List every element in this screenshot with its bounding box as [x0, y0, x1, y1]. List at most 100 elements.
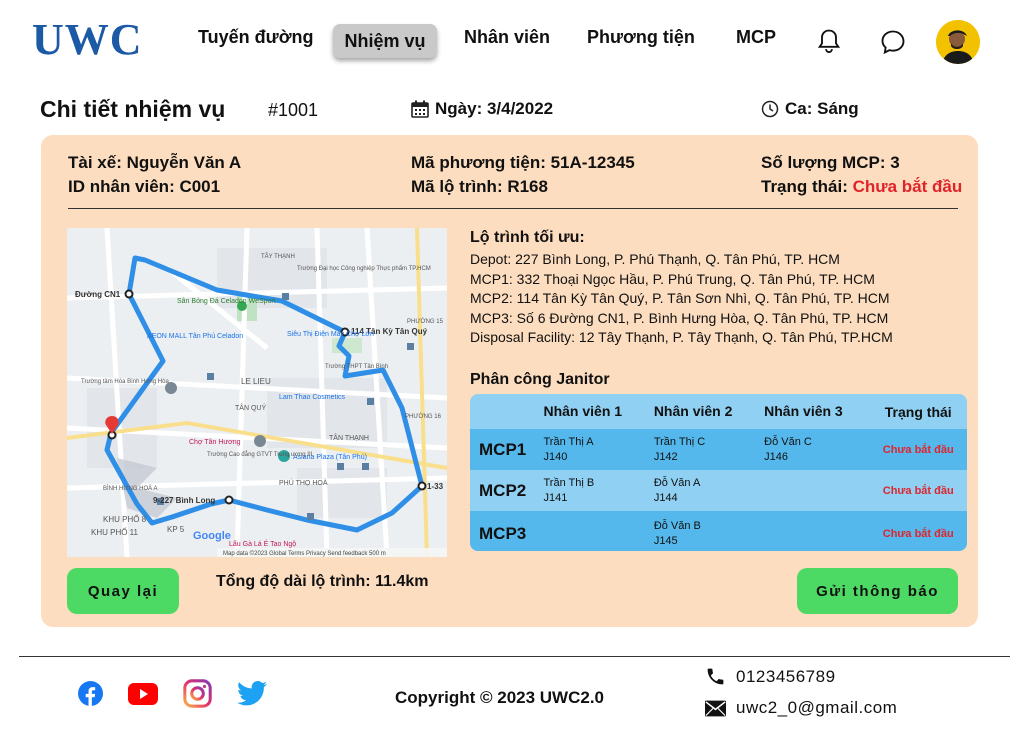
- map-label: Lẩu Gà Lá É Tao Ngộ: [229, 539, 296, 548]
- map-label: Trường tâm Hóa Bình Hưng Hòa: [81, 379, 169, 385]
- table-row[interactable]: MCP1 Trần Thị A J140 Trần Thị C J142 Đỗ Vă…: [470, 429, 967, 470]
- nav-nhiem-vu[interactable]: Nhiệm vụ: [333, 24, 437, 58]
- table-row[interactable]: MCP2 Trần Thị B J141 Đỗ Văn A J144 Chưa bắ…: [470, 470, 967, 511]
- calendar-icon: [411, 100, 429, 118]
- route-mcp3: MCP3: Số 6 Đường CN1, P. Bình Hưng Hòa, …: [470, 309, 889, 326]
- user-avatar-icon: [936, 20, 980, 64]
- assignment-title: Phân công Janitor: [470, 371, 610, 388]
- assignment-table: Nhân viên 1 Nhân viên 2 Nhân viên 3 Trạn…: [470, 394, 967, 551]
- copyright: Copyright © 2023 UWC2.0: [395, 688, 605, 707]
- row-status: Chưa bắt đầu: [882, 484, 954, 497]
- driver-info: Tài xế: Nguyễn Văn A ID nhân viên: C001: [68, 151, 241, 199]
- map-label: TÂN QUÝ: [235, 403, 266, 412]
- twitter-icon[interactable]: [237, 681, 267, 706]
- janitor-name: Trần Thị B: [543, 476, 595, 489]
- janitor-cell: Trần Thị A J140: [538, 435, 648, 465]
- brand-logo[interactable]: UWC: [32, 14, 143, 65]
- route-list: Depot: 227 Bình Long, P. Phú Thạnh, Q. T…: [470, 250, 930, 348]
- map-label: 9-227 Bình Long: [153, 496, 215, 505]
- task-date: Ngày: 3/4/2022: [411, 99, 553, 119]
- map-attribution[interactable]: Map data ©2023 Global Terms Privacy Send…: [223, 550, 386, 557]
- map-label: Trường THPT Tân Bình: [325, 364, 388, 370]
- map-label: Siêu Thị Điện Máy Chợ Lớn: [287, 331, 374, 338]
- janitor-name: Đỗ Văn C: [764, 435, 812, 448]
- mcp-info: Số lượng MCP: 3 Trạng thái: Chưa bắt đầu: [761, 151, 962, 199]
- route-code: Mã lộ trình: R168: [411, 177, 548, 196]
- janitor-cell: Trần Thị B J141: [538, 476, 648, 506]
- phone-icon: [707, 668, 724, 685]
- contact-email[interactable]: uwc2_0@gmail.com: [705, 698, 897, 718]
- row-mcp: MCP1: [479, 439, 527, 459]
- route-depot: Depot: 227 Bình Long, P. Phú Thạnh, Q. T…: [470, 251, 840, 267]
- youtube-icon[interactable]: [128, 683, 158, 705]
- map-label: PHƯỜNG 16: [405, 413, 442, 420]
- chat-icon[interactable]: [879, 28, 907, 56]
- janitor-cell: Đỗ Văn C J146: [759, 435, 869, 465]
- table-header-cell: Nhân viên 3: [764, 403, 843, 419]
- janitor-name: Trần Thị A: [543, 435, 594, 448]
- mcp-count: Số lượng MCP: 3: [761, 153, 900, 172]
- nav-phuong-tien[interactable]: Phương tiện: [587, 27, 695, 48]
- map-label: LE LIEU: [241, 377, 271, 386]
- table-header-cell: Nhân viên 1: [543, 403, 623, 419]
- facebook-icon[interactable]: [78, 681, 103, 706]
- table-header-cell: Nhân viên 2: [653, 403, 733, 419]
- status-label: Trạng thái:: [761, 177, 853, 196]
- janitor-id: J144: [653, 491, 678, 504]
- janitor-id: J140: [543, 450, 568, 463]
- janitor-id: J145: [653, 535, 678, 547]
- map-label: BÌNH HƯNG HOÀ A: [103, 485, 157, 492]
- map-label: Trường Đại học Công nghiệp Thực phẩm TP.…: [297, 265, 431, 272]
- task-date-text: Ngày: 3/4/2022: [435, 99, 554, 118]
- back-button[interactable]: Quay lại: [67, 568, 179, 614]
- row-status: Chưa bắt đầu: [882, 528, 954, 540]
- map-label: Lam Thao Cosmetics: [279, 394, 346, 401]
- mail-icon: [705, 700, 726, 716]
- map-label: KHU PHỐ 8: [103, 514, 147, 524]
- janitor-name: Đỗ Văn A: [653, 476, 701, 489]
- janitor-id: J142: [653, 450, 678, 463]
- route-map[interactable]: Đường CN1 114 Tân Kỳ Tân Quý 9-227 Bình …: [67, 228, 447, 557]
- map-label: TÂY THẠNH: [261, 253, 295, 260]
- map-label: PHÚ THỌ HOÀ: [279, 478, 328, 487]
- map-canvas[interactable]: Đường CN1 114 Tân Kỳ Tân Quý 9-227 Bình …: [67, 228, 447, 557]
- footer-divider: [19, 656, 1010, 657]
- janitor-id: J141: [543, 491, 568, 504]
- table-header-cell: Trạng thái: [884, 403, 952, 420]
- row-mcp: MCP3: [479, 524, 527, 543]
- row-status: Chưa bắt đầu: [882, 443, 954, 456]
- avatar[interactable]: [936, 20, 980, 64]
- map-label: PHƯỜNG 15: [407, 318, 444, 325]
- vehicle-info: Mã phương tiện: 51A-12345 Mã lộ trình: R…: [411, 151, 635, 199]
- nav-tuyen-duong[interactable]: Tuyến đường: [198, 27, 314, 48]
- vehicle-code: Mã phương tiện: 51A-12345: [411, 153, 635, 172]
- map-label: 1-33: [427, 482, 444, 491]
- nav-nhan-vien[interactable]: Nhân viên: [464, 27, 550, 48]
- nav-mcp[interactable]: MCP: [736, 27, 776, 48]
- divider: [68, 208, 958, 209]
- driver-name: Tài xế: Nguyễn Văn A: [68, 153, 242, 172]
- janitor-name: Trần Thị C: [653, 435, 706, 448]
- table-header: Nhân viên 1 Nhân viên 2 Nhân viên 3 Trạn…: [470, 394, 967, 429]
- send-notification-button[interactable]: Gửi thông báo: [797, 568, 958, 614]
- row-mcp: MCP2: [479, 480, 527, 500]
- task-shift-text: Ca: Sáng: [785, 99, 859, 118]
- instagram-icon[interactable]: [183, 679, 212, 708]
- map-label: KP 5: [167, 525, 185, 534]
- map-label: Đường CN1: [75, 290, 121, 299]
- contact-phone[interactable]: 0123456789: [705, 666, 836, 687]
- total-route-length: Tổng độ dài lộ trình: 11.4km: [216, 573, 429, 590]
- email-address: uwc2_0@gmail.com: [736, 698, 898, 717]
- table-row[interactable]: MCP3 Đỗ Văn B J145 Chưa bắt đầu: [470, 511, 967, 551]
- status-value: Chưa bắt đầu: [852, 177, 963, 196]
- map-label: Sân Bóng Đá Celadon WeSport: [177, 298, 276, 305]
- route-mcp2: MCP2: 114 Tân Kỳ Tân Quý, P. Tân Sơn Nhì…: [470, 290, 890, 306]
- google-logo: Google: [193, 530, 231, 542]
- phone-number: 0123456789: [736, 666, 836, 686]
- bell-icon[interactable]: [815, 27, 843, 55]
- janitor-name: Đỗ Văn B: [653, 520, 701, 532]
- map-label: AEON MALL Tân Phú Celadon: [147, 333, 243, 340]
- page-title: Chi tiết nhiệm vụ: [40, 96, 226, 122]
- nav-nhiem-vu-label: Nhiệm vụ: [344, 30, 426, 51]
- route-disposal: Disposal Facility: 12 Tây Thạnh, P. Tây …: [470, 329, 893, 345]
